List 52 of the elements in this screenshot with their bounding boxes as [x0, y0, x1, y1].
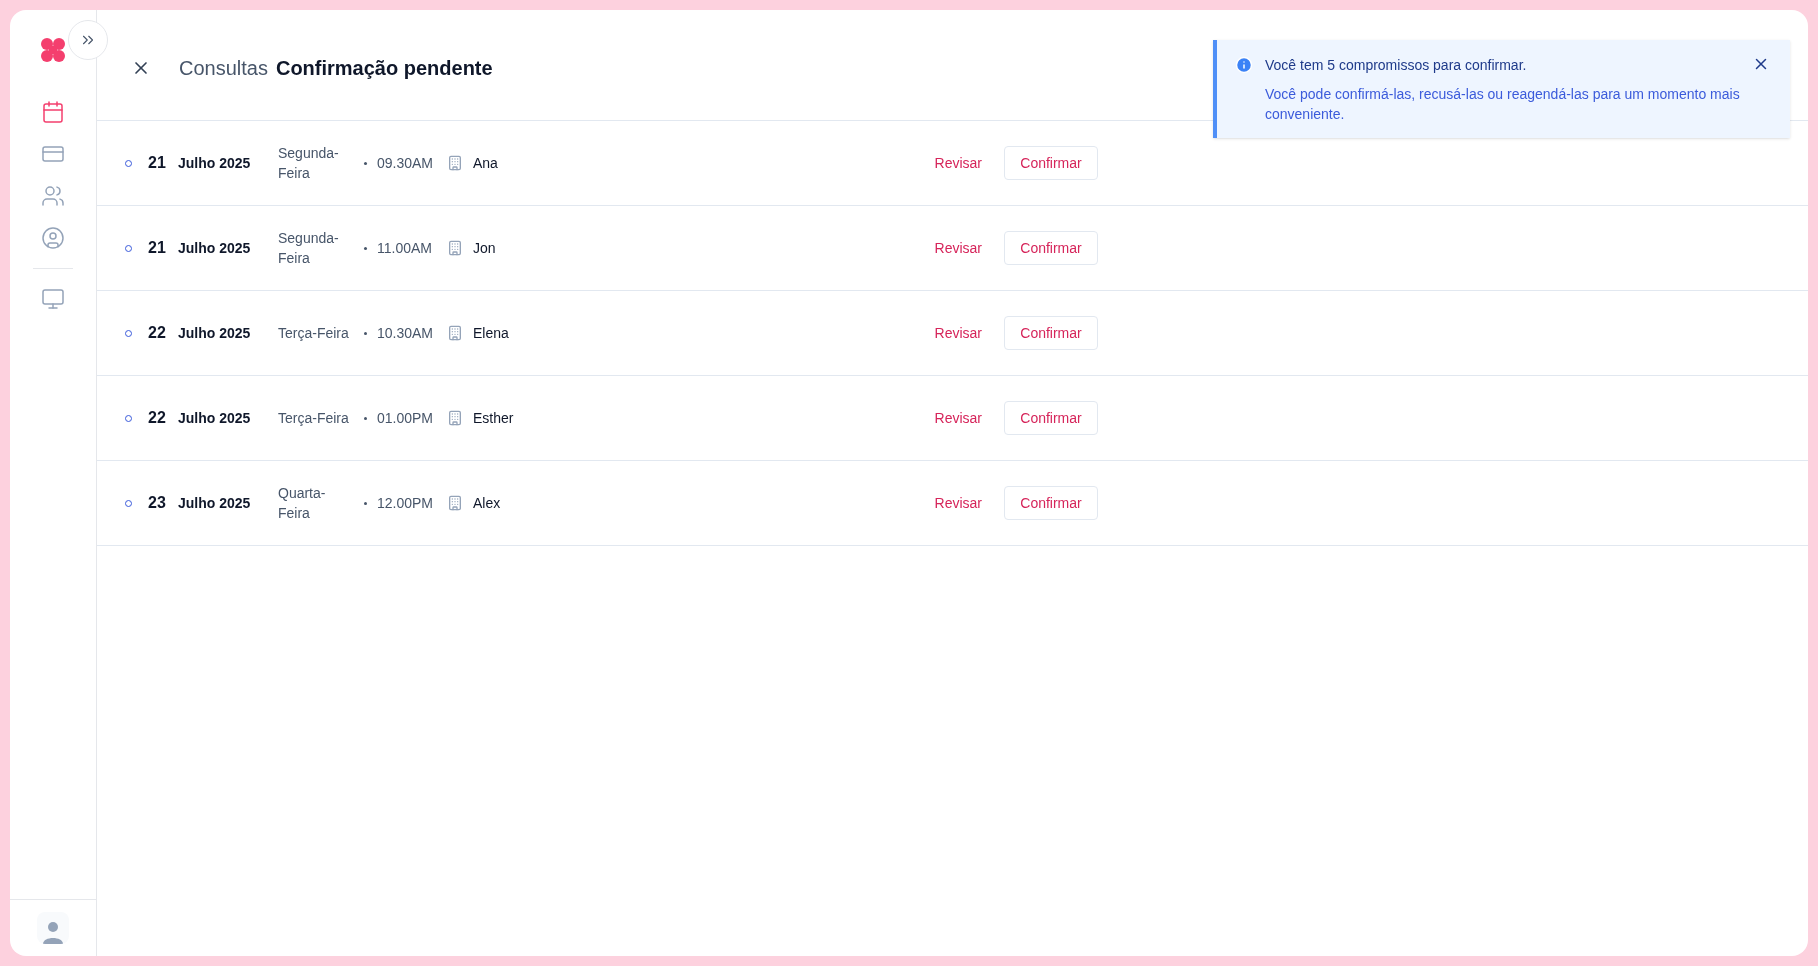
- patient-name: Esther: [473, 408, 514, 428]
- appointment-time: 09.30AM: [377, 153, 435, 173]
- avatar[interactable]: [37, 912, 69, 944]
- monitor-icon[interactable]: [41, 287, 65, 311]
- building-icon: [447, 410, 463, 426]
- appointment-time: 11.00AM: [377, 238, 433, 258]
- weekday: Segunda-Feira: [278, 229, 340, 268]
- day-number: 22: [148, 408, 167, 428]
- patient-name: Elena: [473, 323, 509, 343]
- weekday: Segunda-Feira: [278, 144, 340, 183]
- info-icon: [1235, 56, 1253, 74]
- day-number: 21: [148, 153, 167, 173]
- confirm-button[interactable]: Confirmar: [1004, 316, 1098, 350]
- appointment-time: 10.30AM: [377, 323, 435, 343]
- day-number: 22: [148, 323, 167, 343]
- month-year: Julho 2025: [178, 323, 252, 343]
- patient-name: Jon: [473, 238, 496, 258]
- month-year: Julho 2025: [178, 153, 252, 173]
- review-link[interactable]: Revisar: [934, 152, 982, 174]
- page-title: Confirmação pendente: [275, 56, 493, 81]
- review-link[interactable]: Revisar: [934, 322, 982, 344]
- weekday: Quarta-Feira: [278, 484, 327, 523]
- weekday: Terça-Feira: [278, 409, 350, 428]
- building-icon: [447, 240, 463, 256]
- month-year: Julho 2025: [178, 408, 252, 428]
- review-link[interactable]: Revisar: [934, 407, 982, 429]
- month-year: Julho 2025: [178, 493, 252, 513]
- appointment-time: 12.00PM: [377, 493, 435, 513]
- people-icon[interactable]: [41, 184, 65, 208]
- confirm-button[interactable]: Confirmar: [1004, 146, 1098, 180]
- patient-name: Alex: [473, 493, 501, 513]
- profile-icon[interactable]: [41, 226, 65, 250]
- confirm-button[interactable]: Confirmar: [1004, 486, 1098, 520]
- confirm-button[interactable]: Confirmar: [1004, 401, 1098, 435]
- notification-message: Você pode confirmá-las, recusá-las ou reagendá-las para um momento mais conveniente.: [1265, 85, 1740, 124]
- review-link[interactable]: Revisar: [934, 237, 982, 259]
- confirm-button[interactable]: Confirmar: [1004, 231, 1098, 265]
- logo-icon: [40, 37, 66, 63]
- day-number: 23: [148, 493, 167, 513]
- patient-name: Ana: [473, 153, 498, 173]
- calendar-icon[interactable]: [41, 100, 65, 124]
- building-icon: [447, 325, 463, 341]
- day-number: 21: [148, 238, 167, 258]
- notification-title: Você tem 5 compromissos para confirmar.: [1265, 56, 1528, 75]
- month-year: Julho 2025: [178, 238, 252, 258]
- building-icon: [447, 155, 463, 171]
- breadcrumb: Consultas: [179, 56, 268, 81]
- expand-button[interactable]: [68, 20, 108, 60]
- appointment-time: 01.00PM: [377, 408, 435, 428]
- building-icon: [447, 495, 463, 511]
- review-link[interactable]: Revisar: [934, 492, 982, 514]
- weekday: Terça-Feira: [278, 324, 350, 343]
